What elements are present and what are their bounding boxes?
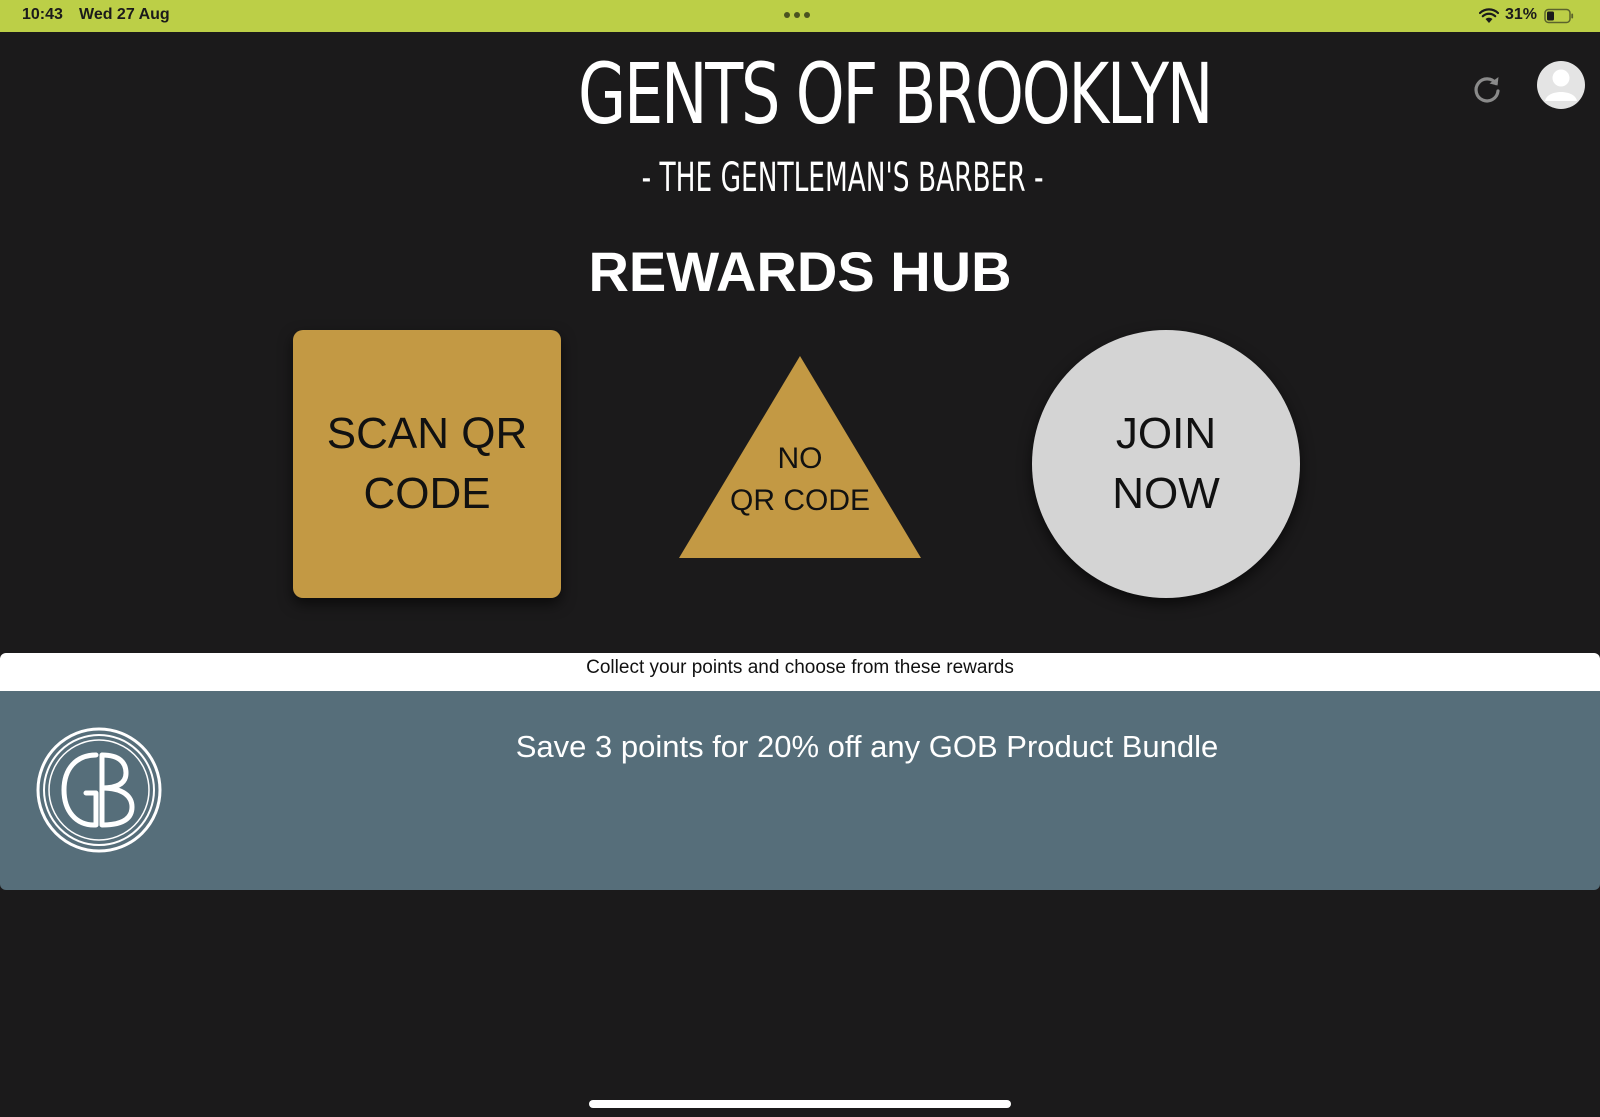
rewards-caption: Collect your points and choose from thes… — [0, 653, 1600, 691]
gb-monogram-logo — [36, 727, 162, 853]
user-avatar-icon[interactable] — [1537, 61, 1585, 109]
status-bar: 10:43 Wed 27 Aug 31% — [0, 0, 1600, 32]
no-qr-code-label-line2: QR CODE — [729, 484, 870, 517]
wifi-icon — [1479, 8, 1499, 23]
reward-description: Save 3 points for 20% off any GOB Produc… — [515, 729, 1219, 764]
status-date: Wed 27 Aug — [79, 6, 170, 23]
page-title: REWARDS HUB — [588, 240, 1012, 303]
status-time: 10:43 — [22, 6, 63, 23]
no-qr-code-label: NO QR CODE — [679, 438, 921, 522]
battery-percentage: 31% — [1505, 6, 1538, 23]
scan-qr-code-button[interactable]: SCAN QR CODE — [293, 330, 561, 598]
no-qr-code-button[interactable]: NO QR CODE — [679, 356, 921, 560]
join-now-button[interactable]: JOIN NOW — [1032, 330, 1300, 598]
multitasking-dots-icon[interactable] — [784, 12, 810, 18]
scan-qr-code-label: SCAN QR CODE — [326, 409, 528, 518]
battery-icon — [1544, 8, 1574, 24]
join-now-label: JOIN NOW — [1112, 409, 1220, 518]
reward-card[interactable]: Save 3 points for 20% off any GOB Produc… — [0, 691, 1600, 890]
home-indicator[interactable] — [589, 1100, 1011, 1108]
no-qr-code-label-line1: NO — [777, 442, 823, 475]
brand-subtitle: - THE GENTLEMAN'S BARBER - — [641, 155, 1044, 201]
brand-title: GENTS OF BROOKLYN — [578, 45, 1213, 143]
refresh-icon[interactable] — [1469, 71, 1505, 107]
